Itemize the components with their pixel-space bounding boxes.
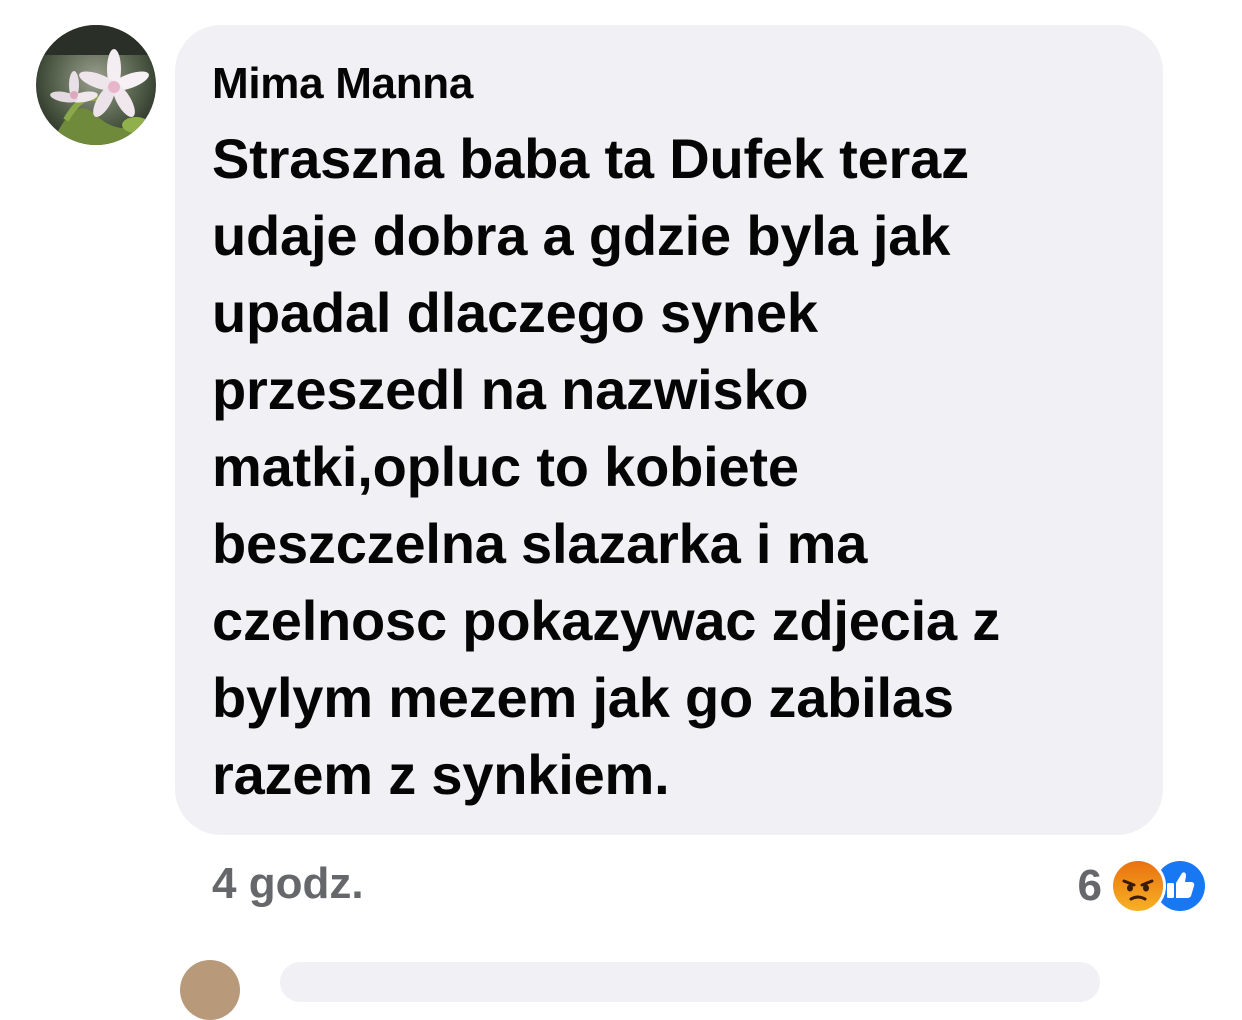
next-comment-avatar[interactable]	[180, 960, 240, 1020]
lily-flower-avatar-icon	[36, 25, 156, 145]
author-avatar[interactable]	[36, 25, 156, 145]
reactions-summary[interactable]: 6	[1078, 856, 1208, 916]
comment-text-line: przeszedl na nazwisko	[212, 358, 809, 421]
comment-text-line: matki,opluc to kobiete	[212, 435, 799, 498]
next-comment-bubble	[280, 962, 1100, 1002]
comment-text-line: czelnosc pokazywac zdjecia z	[212, 589, 1001, 652]
comment-timestamp[interactable]: 4 godz.	[212, 858, 364, 910]
comment-text: Straszna baba ta Dufek teraz udaje dobra…	[212, 120, 1152, 813]
comment-text-line: udaje dobra a gdzie byla jak	[212, 204, 951, 267]
comment-text-line: bylym mezem jak go zabilas	[212, 666, 954, 729]
comment-author-name[interactable]: Mima Manna	[212, 58, 473, 110]
comment-text-line: beszczelna slazarka i ma	[212, 512, 868, 575]
angry-reaction-icon	[1110, 858, 1166, 914]
comment-text-line: upadal dlaczego synek	[212, 281, 818, 344]
comment-text-line: razem z synkiem.	[212, 743, 670, 806]
reaction-count: 6	[1077, 861, 1102, 910]
comment-text-line: Straszna baba ta Dufek teraz	[212, 127, 969, 190]
